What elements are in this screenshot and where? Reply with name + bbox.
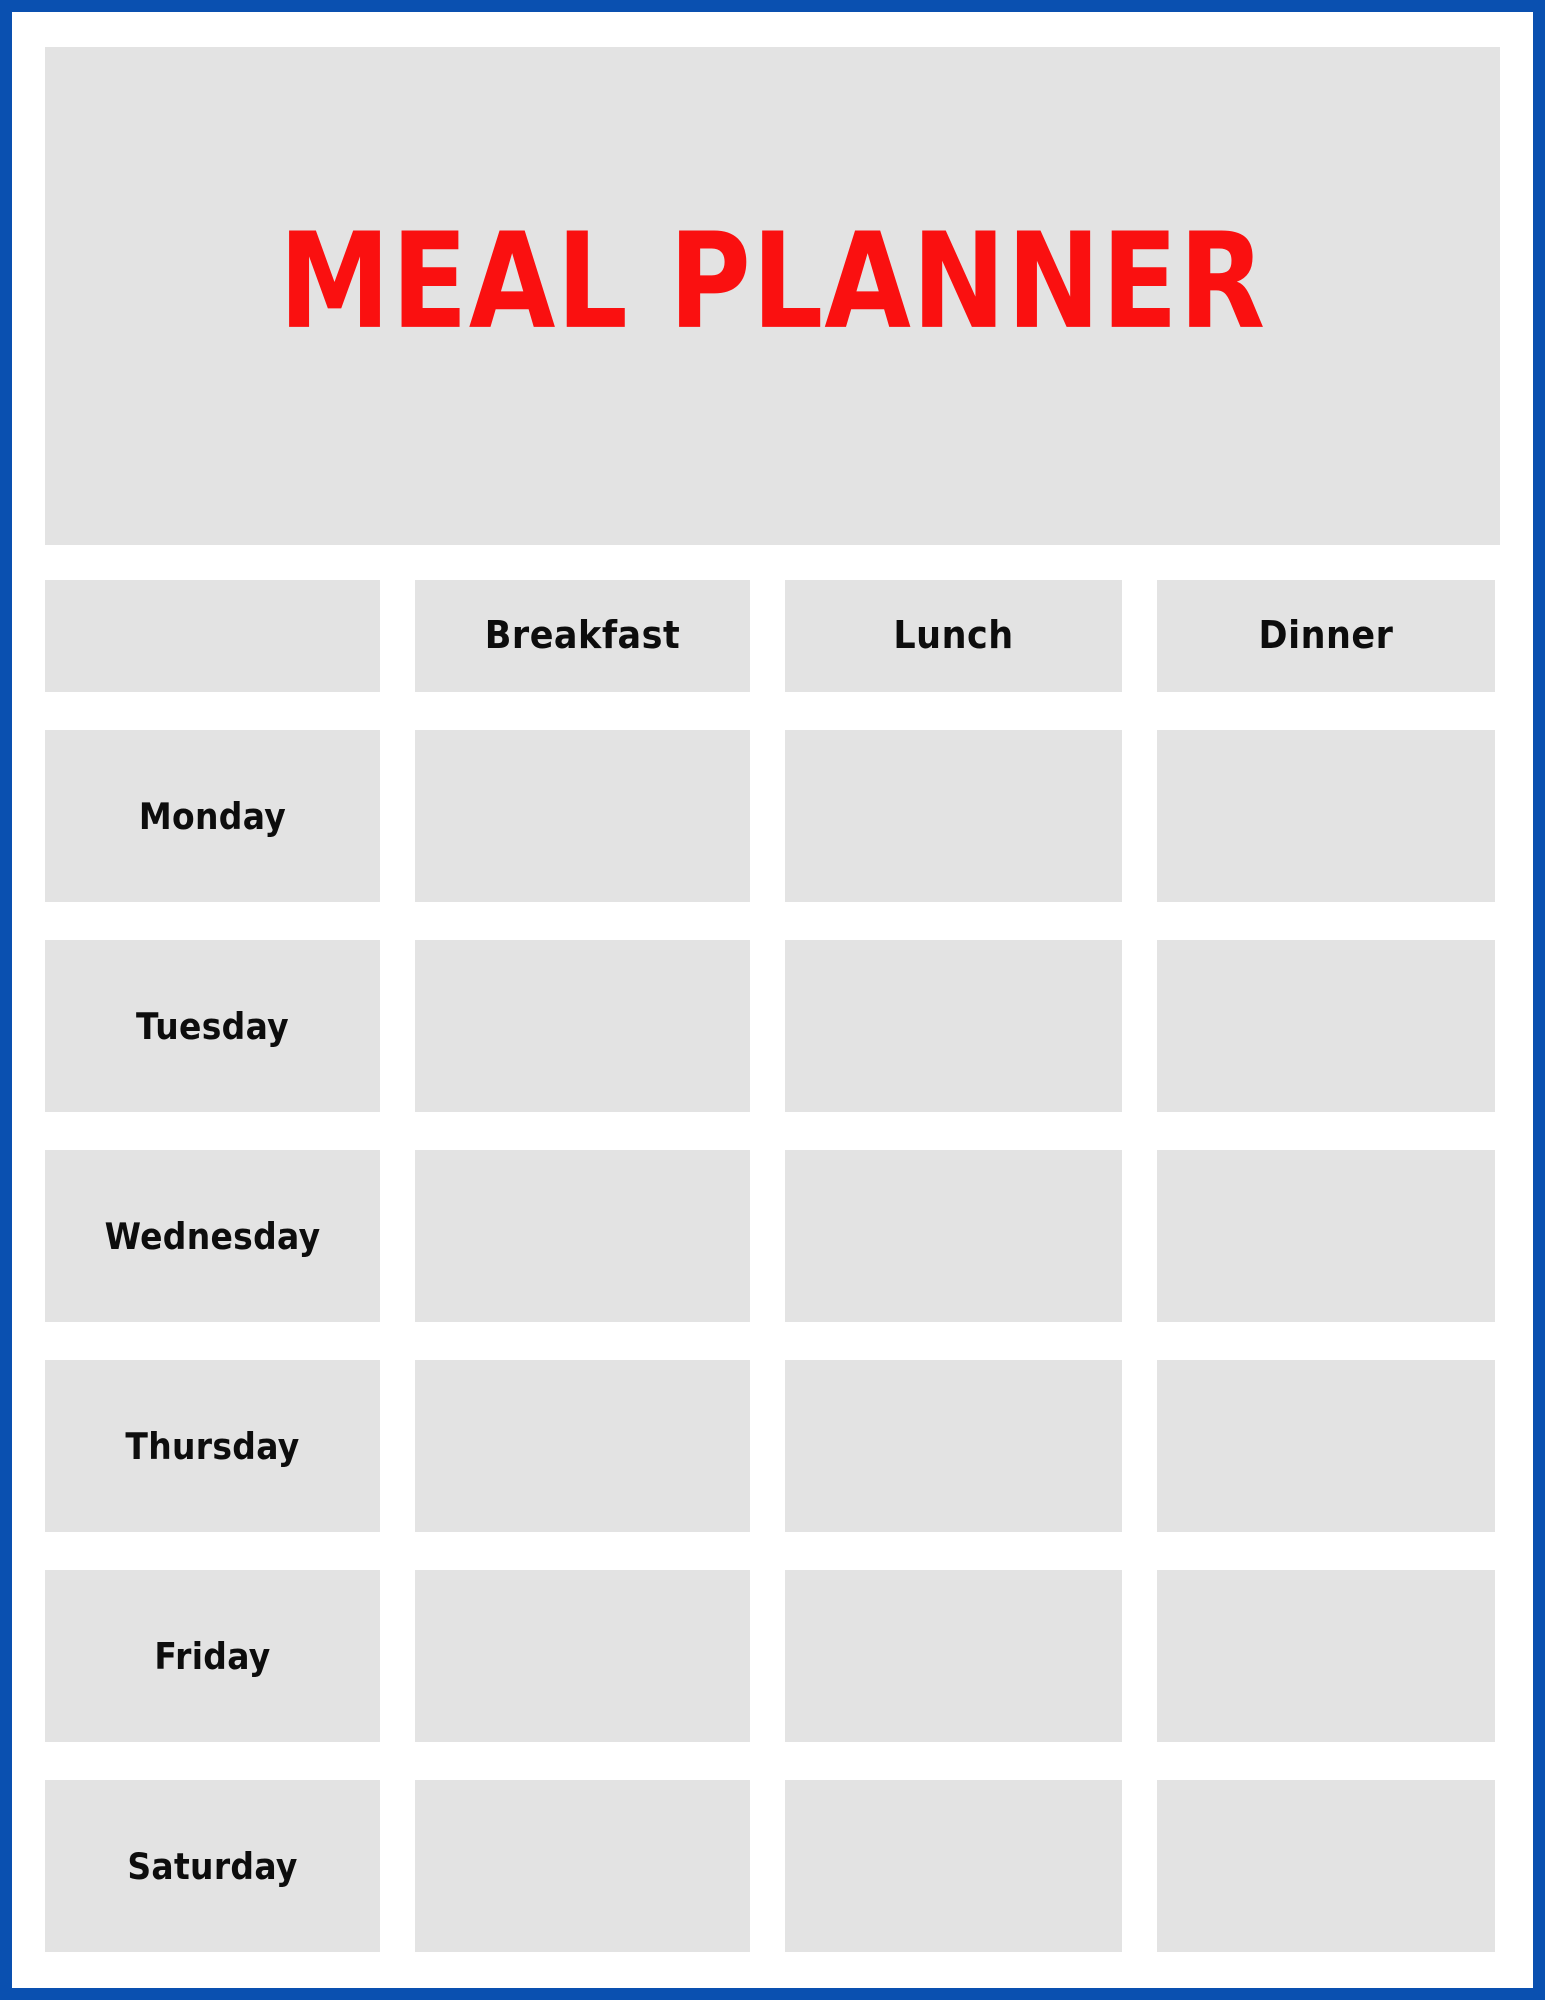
meal-cell-monday-dinner[interactable] bbox=[1157, 730, 1495, 902]
meal-cell-friday-breakfast[interactable] bbox=[415, 1570, 750, 1742]
meal-cell-monday-breakfast[interactable] bbox=[415, 730, 750, 902]
day-label-cell-thursday: Thursday bbox=[45, 1360, 380, 1532]
meal-cell-wednesday-breakfast[interactable] bbox=[415, 1150, 750, 1322]
meal-cell-tuesday-lunch[interactable] bbox=[785, 940, 1122, 1112]
page-title: MEAL PLANNER bbox=[278, 205, 1267, 359]
meal-cell-thursday-lunch[interactable] bbox=[785, 1360, 1122, 1532]
day-label-cell-saturday: Saturday bbox=[45, 1780, 380, 1952]
day-label-cell-monday: Monday bbox=[45, 730, 380, 902]
meal-cell-tuesday-breakfast[interactable] bbox=[415, 940, 750, 1112]
day-label: Saturday bbox=[127, 1844, 298, 1888]
day-label-cell-friday: Friday bbox=[45, 1570, 380, 1742]
column-header-breakfast: Breakfast bbox=[415, 580, 750, 692]
meal-cell-saturday-dinner[interactable] bbox=[1157, 1780, 1495, 1952]
meal-cell-thursday-dinner[interactable] bbox=[1157, 1360, 1495, 1532]
column-header-dinner: Dinner bbox=[1157, 580, 1495, 692]
meal-cell-friday-dinner[interactable] bbox=[1157, 1570, 1495, 1742]
day-label: Friday bbox=[154, 1634, 271, 1678]
day-label: Wednesday bbox=[104, 1214, 321, 1258]
day-label: Monday bbox=[138, 794, 287, 838]
column-header-label: Dinner bbox=[1258, 614, 1394, 658]
column-header-label: Lunch bbox=[893, 614, 1014, 658]
meal-cell-friday-lunch[interactable] bbox=[785, 1570, 1122, 1742]
day-label-cell-wednesday: Wednesday bbox=[45, 1150, 380, 1322]
day-label: Tuesday bbox=[136, 1004, 289, 1048]
meal-cell-tuesday-dinner[interactable] bbox=[1157, 940, 1495, 1112]
meal-cell-wednesday-lunch[interactable] bbox=[785, 1150, 1122, 1322]
planner-sheet: MEAL PLANNER Breakfast Lunch Dinner Mond… bbox=[12, 12, 1533, 1988]
meal-planner-page: MEAL PLANNER Breakfast Lunch Dinner Mond… bbox=[0, 0, 1545, 2000]
meal-planner-grid: Breakfast Lunch Dinner Monday Tuesday We… bbox=[45, 580, 1500, 1952]
meal-cell-thursday-breakfast[interactable] bbox=[415, 1360, 750, 1532]
day-label: Thursday bbox=[125, 1424, 300, 1468]
meal-cell-wednesday-dinner[interactable] bbox=[1157, 1150, 1495, 1322]
header-corner-cell bbox=[45, 580, 380, 692]
title-banner: MEAL PLANNER bbox=[45, 47, 1500, 545]
meal-cell-monday-lunch[interactable] bbox=[785, 730, 1122, 902]
column-header-lunch: Lunch bbox=[785, 580, 1122, 692]
meal-cell-saturday-lunch[interactable] bbox=[785, 1780, 1122, 1952]
day-label-cell-tuesday: Tuesday bbox=[45, 940, 380, 1112]
meal-cell-saturday-breakfast[interactable] bbox=[415, 1780, 750, 1952]
column-header-label: Breakfast bbox=[484, 614, 681, 658]
